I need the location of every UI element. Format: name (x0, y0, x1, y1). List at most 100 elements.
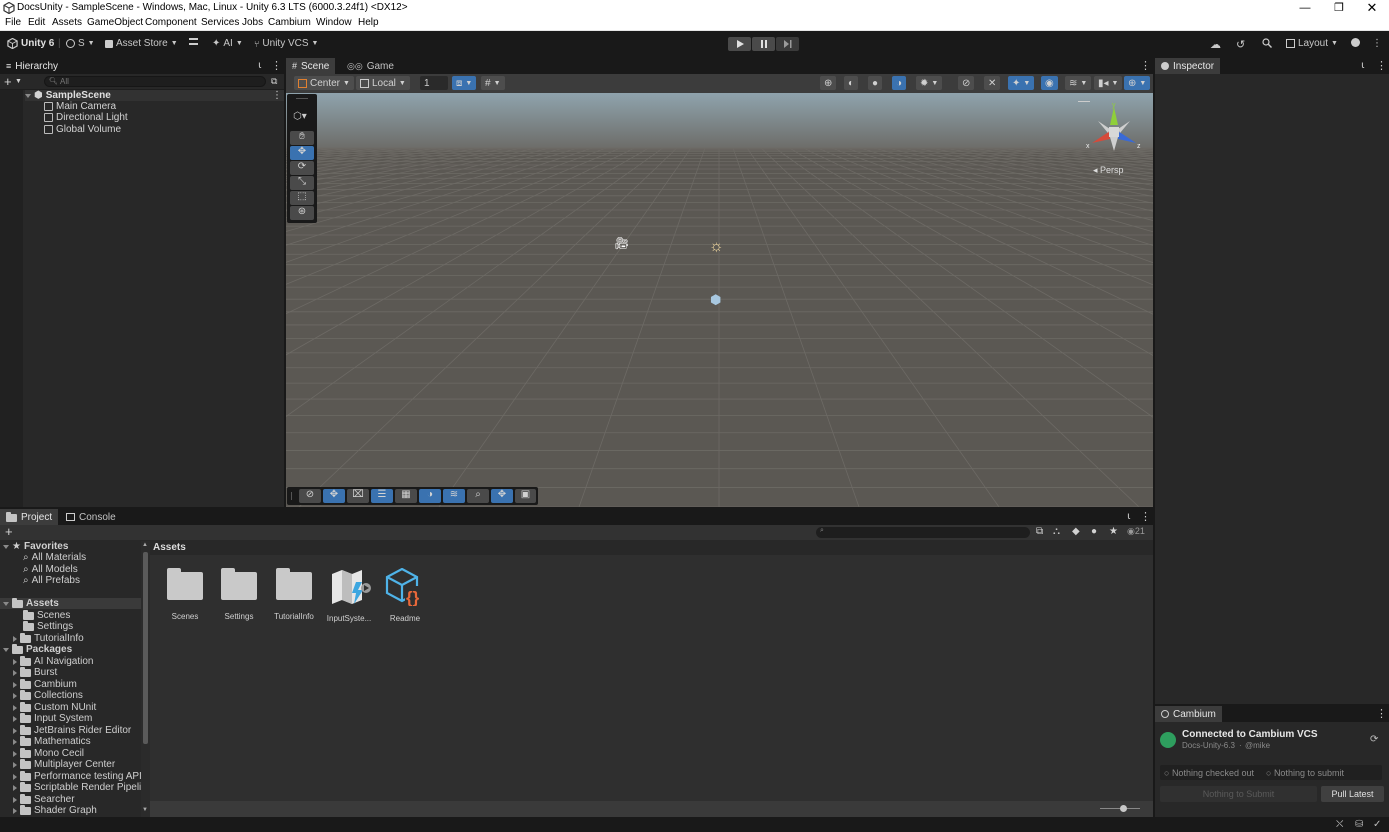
orientation-gizmo[interactable]: y x z (1084, 101, 1144, 161)
lighting-dropdown[interactable]: ✹ ▼ (916, 76, 943, 90)
favorite-all-prefabs[interactable]: ⌕ All Prefabs (23, 575, 80, 586)
package-item[interactable]: Searcher (13, 793, 75, 805)
restore-button[interactable]: ❐ (1322, 0, 1356, 16)
package-manager-button[interactable] (189, 38, 198, 45)
camera-dropdown[interactable]: ▮◂ ▼ (1094, 76, 1123, 90)
unity-account-button[interactable]: Unity 6 (7, 38, 54, 49)
overlay-drag-handle[interactable] (291, 492, 292, 500)
layout-dropdown[interactable]: Layout ▼ (1286, 38, 1338, 49)
package-item[interactable]: JetBrains Rider Editor (13, 724, 131, 736)
grid-visibility-dropdown[interactable]: # ▼ (481, 76, 505, 90)
cloud-button[interactable]: ☁ (1210, 38, 1221, 51)
help-button[interactable] (1351, 38, 1360, 47)
menu-file[interactable]: File (5, 17, 21, 28)
search-button[interactable] (1262, 38, 1272, 48)
expand-arrow-icon[interactable] (13, 738, 17, 745)
refresh-icon[interactable]: ⟳ (1370, 734, 1378, 745)
scrollbar-thumb[interactable] (143, 552, 148, 744)
project-search-input[interactable]: ⌕ (816, 527, 1030, 538)
audio-toggle[interactable]: ⊘ (958, 76, 975, 90)
search-by-type-icon[interactable]: ⧉ (1036, 526, 1043, 537)
filter-type-icon[interactable]: ⛬ (1053, 526, 1060, 537)
tab-cambium[interactable]: Cambium (1155, 706, 1222, 722)
shaded-wire-button[interactable]: ◐ (844, 76, 859, 90)
hand-tool-button[interactable]: ✋︎ (290, 131, 314, 145)
create-add-button[interactable]: + (4, 74, 12, 89)
visibility-toggle[interactable]: ◉ (1041, 76, 1058, 90)
toolbar-more-button[interactable]: ⋮ (1372, 38, 1382, 49)
minimize-button[interactable]: — (1288, 0, 1322, 16)
check-circle-icon[interactable]: ✓ (1373, 819, 1381, 830)
space-dropdown[interactable]: Local ▼ (356, 76, 410, 90)
expand-arrow-icon[interactable] (13, 773, 17, 780)
tree-item-settings[interactable]: Settings (23, 620, 73, 632)
more-vertical-icon[interactable]: ⋮ (1140, 59, 1151, 72)
package-item[interactable]: Cambium (13, 678, 77, 690)
package-item[interactable]: Multiplayer Center (13, 758, 115, 770)
tree-item-scenes[interactable]: Scenes (23, 609, 70, 621)
favorite-all-materials[interactable]: ⌕ All Materials (23, 552, 86, 563)
label-tag-icon[interactable]: ◆ (1072, 526, 1080, 537)
favorite-star-icon[interactable]: ★ (1109, 526, 1118, 537)
pivot-dropdown[interactable]: Center ▼ (294, 76, 354, 90)
more-vertical-icon[interactable]: ⋮ (271, 59, 282, 72)
package-item[interactable]: Custom NUnit (13, 701, 96, 713)
search-options-icon[interactable]: ⧉ (271, 76, 277, 87)
pull-latest-button[interactable]: Pull Latest (1321, 786, 1384, 802)
cache-server-icon[interactable]: ⛁ (1355, 819, 1363, 830)
overlay-button-settings[interactable]: ☰ (371, 489, 393, 503)
overlay-button-snap[interactable]: ⌧ (347, 489, 369, 503)
rotate-tool-button[interactable]: ⟳ (290, 161, 314, 175)
scene-row[interactable]: ⬢ SampleScene (25, 90, 284, 101)
menu-services[interactable]: Services (201, 17, 239, 28)
ai-dropdown[interactable]: ✦ AI ▼ (212, 38, 243, 49)
overlay-button-navigate[interactable]: ⊘ (299, 489, 321, 503)
undo-history-button[interactable]: ↺ (1236, 38, 1245, 51)
zoom-slider-thumb[interactable] (1120, 805, 1127, 812)
expand-arrow-icon[interactable] (13, 796, 17, 803)
menu-assets[interactable]: Assets (52, 17, 82, 28)
menu-window[interactable]: Window (316, 17, 352, 28)
package-item[interactable]: Performance testing API (13, 770, 141, 782)
expand-arrow-icon[interactable] (13, 807, 17, 814)
package-item[interactable]: Scriptable Render Pipeline (13, 781, 141, 793)
account-dropdown[interactable]: S ▼ (66, 38, 95, 49)
favorite-all-models[interactable]: ⌕ All Models (23, 564, 78, 575)
tree-scrollbar[interactable]: ▲ ▼ (141, 541, 150, 817)
tab-console[interactable]: Console (60, 509, 122, 525)
effects-dropdown[interactable]: ✦ ▼ (1008, 76, 1035, 90)
overlay-button-lighting[interactable]: ◑ (419, 489, 441, 503)
warning-filter-icon[interactable]: ● (1091, 526, 1097, 537)
camera-gizmo-icon[interactable]: 🎥︎ (614, 236, 629, 250)
expand-arrow-icon[interactable] (13, 727, 17, 734)
package-item[interactable]: Shader Graph (13, 804, 97, 816)
expand-arrow-icon[interactable] (13, 658, 17, 665)
expand-arrow-icon[interactable] (13, 784, 17, 791)
expand-arrow-icon[interactable] (13, 635, 17, 642)
draw-mode-button[interactable]: ⊕ (820, 76, 837, 90)
menu-cambium[interactable]: Cambium (268, 17, 311, 28)
tab-inspector[interactable]: Inspector (1155, 58, 1221, 74)
breadcrumb-assets[interactable]: Assets (153, 542, 186, 553)
effects-toggle[interactable]: ✕ (984, 76, 1001, 90)
scroll-down-icon[interactable]: ▼ (142, 807, 148, 813)
package-item[interactable]: Mathematics (13, 735, 91, 747)
expand-arrow-icon[interactable] (13, 761, 17, 768)
hidden-count[interactable]: ◉21 (1127, 526, 1145, 537)
shaded-button[interactable]: ● (868, 76, 883, 90)
assets-row[interactable]: Assets (0, 597, 141, 609)
expand-arrow-icon[interactable] (13, 669, 17, 676)
overlay-button-grid[interactable]: ▦ (395, 489, 417, 503)
expand-arrow-icon[interactable] (13, 715, 17, 722)
layers-dropdown[interactable]: ≋ ▼ (1065, 76, 1092, 90)
lit-button[interactable]: ◑ (892, 76, 907, 90)
pause-button[interactable] (752, 37, 775, 51)
lock-icon[interactable]: ⍳ (1361, 60, 1364, 71)
package-item[interactable]: Collections (13, 689, 83, 701)
overlay-button-pivot[interactable]: ✥ (491, 489, 513, 503)
asset-settings[interactable]: Settings (211, 566, 267, 621)
asset-inputsystem[interactable]: InputSyste... (321, 566, 377, 623)
play-button[interactable] (728, 37, 751, 51)
hierarchy-search-input[interactable]: 🔍︎ All (44, 76, 266, 87)
packages-row[interactable]: Packages (3, 643, 72, 655)
